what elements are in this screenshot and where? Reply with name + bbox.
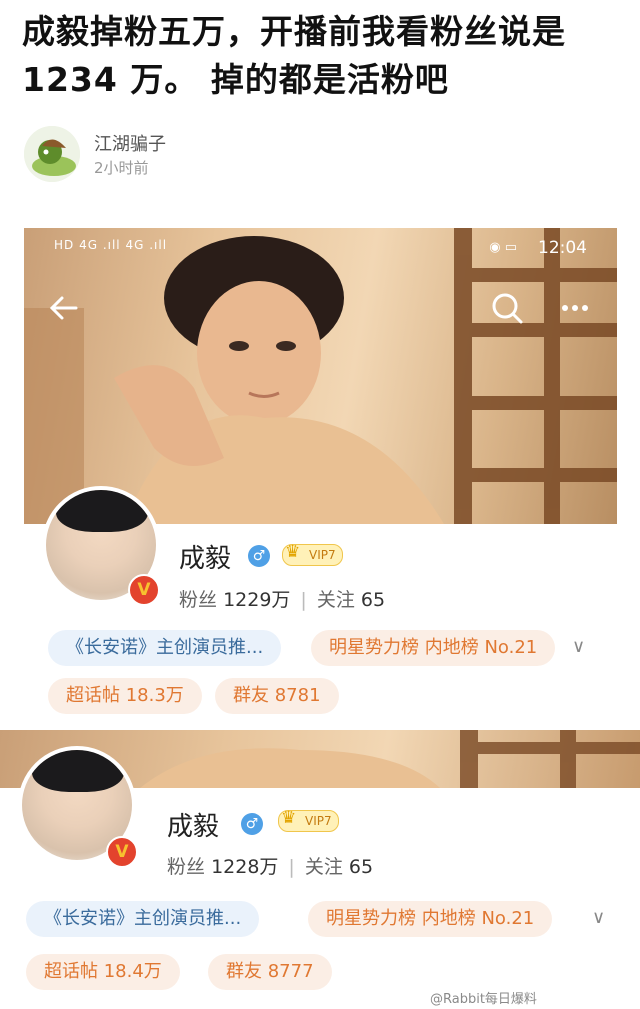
supertopic-tag[interactable]: 超话帖 18.3万 xyxy=(48,678,202,714)
profile-screenshot-2: V 成毅 ♂ ♛ VIP7 粉丝 1228万 | 关注 65 《长安诺》主创演员推.… xyxy=(0,730,640,1009)
search-icon xyxy=(492,293,523,324)
chevron-down-icon[interactable]: ∨ xyxy=(572,636,585,657)
battery-icon: ◉ ▭ xyxy=(489,240,517,255)
male-icon: ♂ xyxy=(241,813,263,835)
profile-stats: 粉丝 1229万 | 关注 65 xyxy=(179,585,385,612)
fans-label: 粉丝 xyxy=(179,589,218,611)
chevron-down-icon[interactable]: ∨ xyxy=(592,907,605,928)
author-avatar[interactable] xyxy=(24,126,80,182)
profile-screenshot-1: HD 4G .ıll 4G .ıll ◉ ▭ 12:04 V 成毅 ♂ ♛ VI… xyxy=(24,228,617,718)
author-avatar-image xyxy=(24,126,80,182)
vip-level: VIP7 xyxy=(309,548,336,562)
male-icon: ♂ xyxy=(248,545,270,567)
crown-icon: ♛ xyxy=(281,808,297,828)
more-button[interactable] xyxy=(555,288,595,328)
banner-photo xyxy=(24,228,617,524)
back-arrow-icon xyxy=(49,296,78,320)
rank-tag[interactable]: 明星势力榜 内地榜 No.21 xyxy=(311,630,556,666)
status-bar: HD 4G .ıll 4G .ıll ◉ ▭ 12:04 xyxy=(24,234,617,262)
profile-stats: 粉丝 1228万 | 关注 65 xyxy=(167,852,373,879)
profile-name: 成毅 xyxy=(167,812,220,842)
fans-label: 粉丝 xyxy=(167,856,206,878)
stats-divider: | xyxy=(288,856,295,878)
follow-label: 关注 xyxy=(304,856,343,878)
show-tag[interactable]: 《长安诺》主创演员推... xyxy=(48,630,282,666)
vip-badge[interactable]: ♛ VIP7 xyxy=(282,542,343,566)
follow-label: 关注 xyxy=(316,589,355,611)
avatar-hair xyxy=(56,490,148,532)
author-name[interactable]: 江湖骗子 xyxy=(94,130,166,156)
verified-v-icon: V xyxy=(106,836,138,868)
vip-badge[interactable]: ♛ VIP7 xyxy=(278,808,339,832)
vip-level: VIP7 xyxy=(305,814,332,828)
rank-tag[interactable]: 明星势力榜 内地榜 No.21 xyxy=(308,901,553,937)
avatar-hair xyxy=(32,750,124,792)
show-tag[interactable]: 《长安诺》主创演员推... xyxy=(26,901,260,937)
group-tag[interactable]: 群友 8781 xyxy=(215,678,339,714)
signal-indicator: HD 4G .ıll 4G .ıll xyxy=(54,238,168,252)
watermark: @Rabbit每日爆料 xyxy=(430,992,537,1007)
follow-count[interactable]: 65 xyxy=(361,589,385,611)
fans-count[interactable]: 1229万 xyxy=(223,589,290,611)
stats-divider: | xyxy=(300,589,307,611)
crown-icon: ♛ xyxy=(285,542,301,562)
fans-count[interactable]: 1228万 xyxy=(211,856,278,878)
profile-name: 成毅 xyxy=(179,544,232,574)
more-icon xyxy=(562,305,588,311)
follow-count[interactable]: 65 xyxy=(349,856,373,878)
search-button[interactable] xyxy=(487,288,527,328)
post-headline: 成毅掉粉五万，开播前我看粉丝说是1234 万。 掉的都是活粉吧 xyxy=(22,12,566,99)
supertopic-tag[interactable]: 超话帖 18.4万 xyxy=(26,954,180,990)
back-button[interactable] xyxy=(44,288,84,328)
group-tag[interactable]: 群友 8777 xyxy=(208,954,332,990)
profile-banner: HD 4G .ıll 4G .ıll ◉ ▭ 12:04 xyxy=(24,228,617,524)
status-time: 12:04 xyxy=(538,238,587,258)
post-time: 2小时前 xyxy=(94,159,149,177)
verified-v-icon: V xyxy=(128,574,160,606)
